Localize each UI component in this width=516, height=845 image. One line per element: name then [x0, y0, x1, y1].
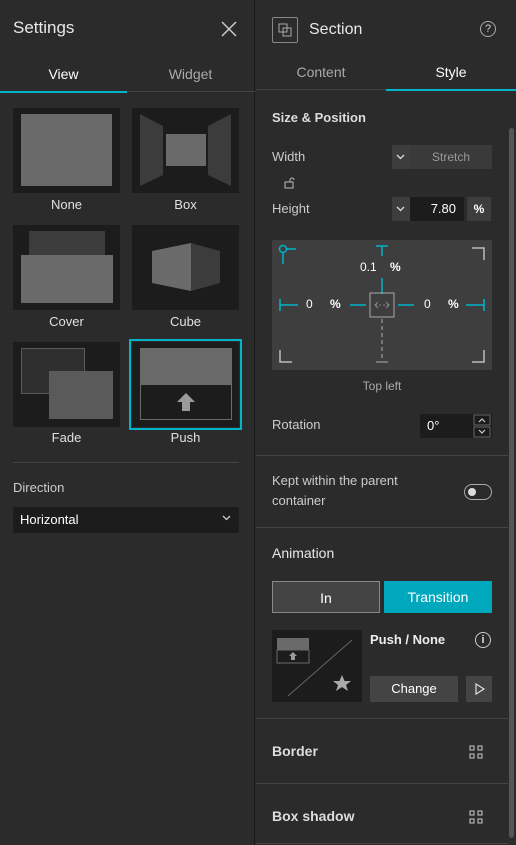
kept-within-label-2: container	[272, 493, 326, 508]
section-title: Section	[309, 21, 363, 38]
close-icon[interactable]	[220, 20, 238, 38]
right-offset-value[interactable]: 0	[424, 297, 431, 311]
transition-cover-thumb[interactable]	[13, 225, 120, 310]
divider	[256, 455, 508, 456]
height-mode-dropdown[interactable]	[392, 197, 410, 221]
rotation-stepper[interactable]	[472, 414, 492, 438]
transition-cover-label: Cover	[49, 314, 84, 329]
width-mode-dropdown[interactable]	[392, 145, 410, 169]
chevron-down-icon	[396, 154, 405, 160]
scrollbar[interactable]	[509, 128, 514, 838]
section-icon	[272, 17, 298, 43]
top-offset-value[interactable]: 0.1	[360, 260, 377, 274]
animation-title: Animation	[272, 545, 335, 561]
divider	[256, 718, 508, 719]
height-input[interactable]: 7.80	[410, 197, 464, 221]
star-icon	[333, 675, 351, 691]
kept-within-toggle[interactable]	[464, 484, 492, 500]
direction-label: Direction	[13, 480, 65, 495]
size-position-title: Size & Position	[272, 110, 366, 125]
settings-header: Settings	[0, 0, 255, 58]
chevron-down-icon	[222, 515, 231, 521]
transition-push-thumb[interactable]	[129, 339, 242, 430]
arrow-up-icon	[177, 393, 195, 411]
settings-tabs: View Widget	[0, 58, 255, 93]
height-label: Height	[272, 201, 310, 216]
transition-fade-label: Fade	[51, 430, 82, 445]
animation-in-tab[interactable]: In	[272, 581, 380, 613]
settings-panel: Settings View Widget None Box Cover Cube	[0, 0, 255, 845]
right-offset-unit[interactable]: %	[448, 297, 459, 311]
divider	[256, 783, 508, 784]
section-header: Section ?	[256, 0, 516, 58]
divider	[256, 527, 508, 528]
tab-view[interactable]: View	[0, 58, 127, 93]
divider	[256, 843, 508, 844]
animation-transition-tab[interactable]: Transition	[384, 581, 492, 613]
left-offset-value[interactable]: 0	[306, 297, 313, 311]
transition-cube-label: Cube	[169, 314, 202, 329]
anchor-caption: Top left	[362, 379, 402, 393]
transition-fade-thumb[interactable]	[13, 342, 120, 427]
chevron-down-icon	[396, 206, 405, 212]
change-button[interactable]: Change	[370, 676, 458, 702]
width-label: Width	[272, 149, 306, 164]
position-anchor-box: 0.1 % 0 % 0 %	[272, 240, 492, 370]
kept-within-label-1: Kept within the parent	[272, 473, 398, 488]
tab-content[interactable]: Content	[256, 58, 386, 90]
transition-none-thumb[interactable]	[13, 108, 120, 193]
section-tabs: Content Style	[256, 58, 516, 91]
transition-box-label: Box	[174, 197, 197, 212]
left-offset-unit[interactable]: %	[330, 297, 341, 311]
info-icon[interactable]: i	[475, 632, 491, 648]
settings-title: Settings	[13, 18, 75, 37]
top-offset-unit[interactable]: %	[390, 260, 401, 274]
expand-grid-icon[interactable]	[469, 810, 483, 824]
animation-preview	[272, 630, 362, 702]
direction-select[interactable]: Horizontal	[13, 507, 239, 533]
width-mode-value: Stretch	[410, 145, 492, 169]
tab-widget[interactable]: Widget	[127, 58, 254, 92]
animation-name: Push / None	[370, 632, 446, 647]
border-title: Border	[272, 743, 318, 759]
transition-cube-thumb[interactable]	[132, 225, 239, 310]
height-unit-button[interactable]: %	[467, 197, 491, 221]
section-panel: Section ? Content Style Size & Position …	[256, 0, 516, 845]
expand-grid-icon[interactable]	[469, 745, 483, 759]
transition-box-thumb[interactable]	[132, 108, 239, 193]
transition-push-label: Push	[170, 430, 201, 445]
rotation-input[interactable]: 0°	[420, 414, 472, 438]
play-button[interactable]	[466, 676, 492, 702]
rotation-label: Rotation	[272, 417, 321, 432]
help-icon[interactable]: ?	[480, 21, 496, 37]
transition-none-label: None	[50, 197, 83, 212]
unlock-icon[interactable]	[284, 177, 295, 189]
divider	[13, 462, 239, 463]
play-icon	[475, 682, 486, 696]
tab-style[interactable]: Style	[386, 58, 516, 91]
box-shadow-title: Box shadow	[272, 808, 355, 824]
direction-value: Horizontal	[20, 512, 79, 527]
